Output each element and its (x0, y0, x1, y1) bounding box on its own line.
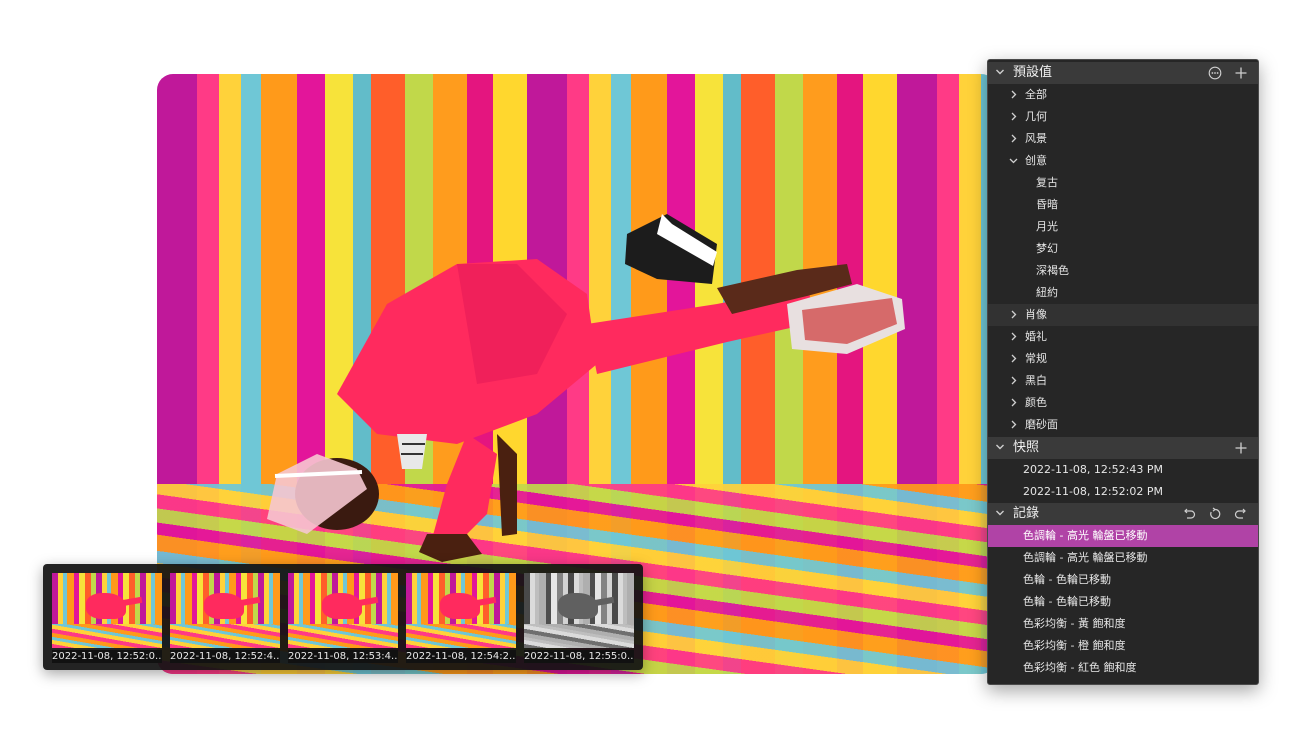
preset-item-sepia[interactable]: 深褐色 (988, 260, 1258, 282)
preset-item-new-york[interactable]: 紐約 (988, 282, 1258, 304)
preset-item-label: 昏暗 (1036, 198, 1058, 211)
preset-group-wedding[interactable]: 婚礼 (988, 326, 1258, 348)
chevron-right-icon[interactable] (1009, 90, 1018, 99)
preset-item-label: 复古 (1036, 176, 1058, 189)
ellipsis-circle-icon[interactable] (1208, 66, 1222, 80)
history-item-selected[interactable]: 色調輪 - 高光 輪盤已移動 (988, 525, 1258, 547)
chevron-right-icon[interactable] (1009, 376, 1018, 385)
preset-group-label: 几何 (1025, 110, 1047, 123)
history-item[interactable]: 色輪 - 色輪已移動 (988, 591, 1258, 613)
preset-group-black-white[interactable]: 黑白 (988, 370, 1258, 392)
presets-panel: 預設值 全部 几何 风景 创意 复古 昏暗 月光 梦幻 深褐色 紐約 肖像 婚礼… (987, 59, 1259, 685)
preset-group-creative[interactable]: 创意 (988, 150, 1258, 172)
history-section-header[interactable]: 記錄 (988, 503, 1258, 525)
preset-group-label: 肖像 (1025, 308, 1047, 321)
preset-group-label: 黑白 (1025, 374, 1047, 387)
plus-icon[interactable] (1234, 66, 1248, 80)
snapshot-label: 2022-11-08, 12:52:43 PM (1023, 463, 1163, 476)
chevron-down-icon[interactable] (995, 508, 1005, 518)
chevron-right-icon[interactable] (1009, 332, 1018, 341)
filmstrip-thumb[interactable]: 2022-11-08, 12:52:0... (52, 573, 162, 663)
chevron-right-icon[interactable] (1009, 134, 1018, 143)
preset-group-matte[interactable]: 磨砂面 (988, 414, 1258, 436)
preset-group-portrait[interactable]: 肖像 (988, 304, 1258, 326)
reset-icon[interactable] (1208, 507, 1222, 521)
preset-group-color[interactable]: 颜色 (988, 392, 1258, 414)
snapshots-title: 快照 (1013, 440, 1040, 455)
preset-group-landscape[interactable]: 风景 (988, 128, 1258, 150)
history-label: 色彩均衡 - 黃 飽和度 (1023, 617, 1126, 630)
preset-item-label: 月光 (1036, 220, 1058, 233)
preset-group-label: 婚礼 (1025, 330, 1047, 343)
preset-group-all[interactable]: 全部 (988, 84, 1258, 106)
filmstrip-thumb[interactable]: 2022-11-08, 12:53:4... (288, 573, 398, 663)
preset-item-dreamy[interactable]: 梦幻 (988, 238, 1258, 260)
chevron-down-icon[interactable] (995, 442, 1005, 452)
snapshots-section-header[interactable]: 快照 (988, 437, 1258, 459)
plus-icon[interactable] (1234, 441, 1248, 455)
preset-item-label: 梦幻 (1036, 242, 1058, 255)
preset-group-label: 磨砂面 (1025, 418, 1058, 431)
snapshot-item[interactable]: 2022-11-08, 12:52:02 PM (988, 481, 1258, 503)
snapshot-item[interactable]: 2022-11-08, 12:52:43 PM (988, 459, 1258, 481)
preset-item-moonlight[interactable]: 月光 (988, 216, 1258, 238)
preset-item-label: 深褐色 (1036, 264, 1069, 277)
presets-section-header[interactable]: 預設值 (988, 62, 1258, 84)
chevron-right-icon[interactable] (1009, 112, 1018, 121)
chevron-right-icon[interactable] (1009, 310, 1018, 319)
thumb-caption: 2022-11-08, 12:54:2... (406, 650, 516, 663)
presets-title: 預設值 (1013, 65, 1053, 80)
thumb-caption: 2022-11-08, 12:53:4... (288, 650, 398, 663)
preset-group-label: 风景 (1025, 132, 1047, 145)
snapshot-label: 2022-11-08, 12:52:02 PM (1023, 485, 1163, 498)
thumb-caption: 2022-11-08, 12:52:0... (52, 650, 162, 663)
preset-group-label: 创意 (1025, 154, 1047, 167)
history-item[interactable]: 色彩均衡 - 紅色 飽和度 (988, 657, 1258, 679)
preset-group-label: 颜色 (1025, 396, 1047, 409)
history-label: 色彩均衡 - 紅色 飽和度 (1023, 661, 1137, 674)
history-label: 色輪 - 色輪已移動 (1023, 573, 1111, 586)
history-label: 色輪 - 色輪已移動 (1023, 595, 1111, 608)
filmstrip: 2022-11-08, 12:52:0... 2022-11-08, 12:52… (43, 564, 643, 670)
history-label: 色調輪 - 高光 輪盤已移動 (1023, 529, 1148, 542)
preset-item-label: 紐約 (1036, 286, 1058, 299)
history-item[interactable]: 色輪 - 色輪已移動 (988, 569, 1258, 591)
thumb-image (52, 573, 162, 648)
thumb-caption: 2022-11-08, 12:52:4... (170, 650, 280, 663)
preset-group-general[interactable]: 常规 (988, 348, 1258, 370)
undo-icon[interactable] (1182, 507, 1196, 521)
thumb-caption: 2022-11-08, 12:55:0... (524, 650, 634, 663)
filmstrip-thumb[interactable]: 2022-11-08, 12:52:4... (170, 573, 280, 663)
redo-icon[interactable] (1234, 507, 1248, 521)
history-label: 色調輪 - 高光 輪盤已移動 (1023, 551, 1148, 564)
thumb-image (524, 573, 634, 648)
chevron-right-icon[interactable] (1009, 398, 1018, 407)
history-item[interactable]: 色調輪 - 高光 輪盤已移動 (988, 547, 1258, 569)
chevron-down-icon[interactable] (1009, 156, 1018, 165)
thumb-image (170, 573, 280, 648)
chevron-down-icon[interactable] (995, 67, 1005, 77)
history-item[interactable]: 色彩均衡 - 橙 飽和度 (988, 635, 1258, 657)
filmstrip-thumb[interactable]: 2022-11-08, 12:55:0... (524, 573, 634, 663)
preset-group-geometry[interactable]: 几何 (988, 106, 1258, 128)
chevron-right-icon[interactable] (1009, 420, 1018, 429)
history-title: 記錄 (1013, 506, 1040, 521)
thumb-image (288, 573, 398, 648)
preset-group-label: 常规 (1025, 352, 1047, 365)
history-label: 色彩均衡 - 橙 飽和度 (1023, 639, 1126, 652)
chevron-right-icon[interactable] (1009, 354, 1018, 363)
preset-group-label: 全部 (1025, 88, 1047, 101)
filmstrip-thumb[interactable]: 2022-11-08, 12:54:2... (406, 573, 516, 663)
preset-item-dim[interactable]: 昏暗 (988, 194, 1258, 216)
thumb-image (406, 573, 516, 648)
history-item[interactable]: 色彩均衡 - 黃 飽和度 (988, 613, 1258, 635)
preset-item-retro[interactable]: 复古 (988, 172, 1258, 194)
